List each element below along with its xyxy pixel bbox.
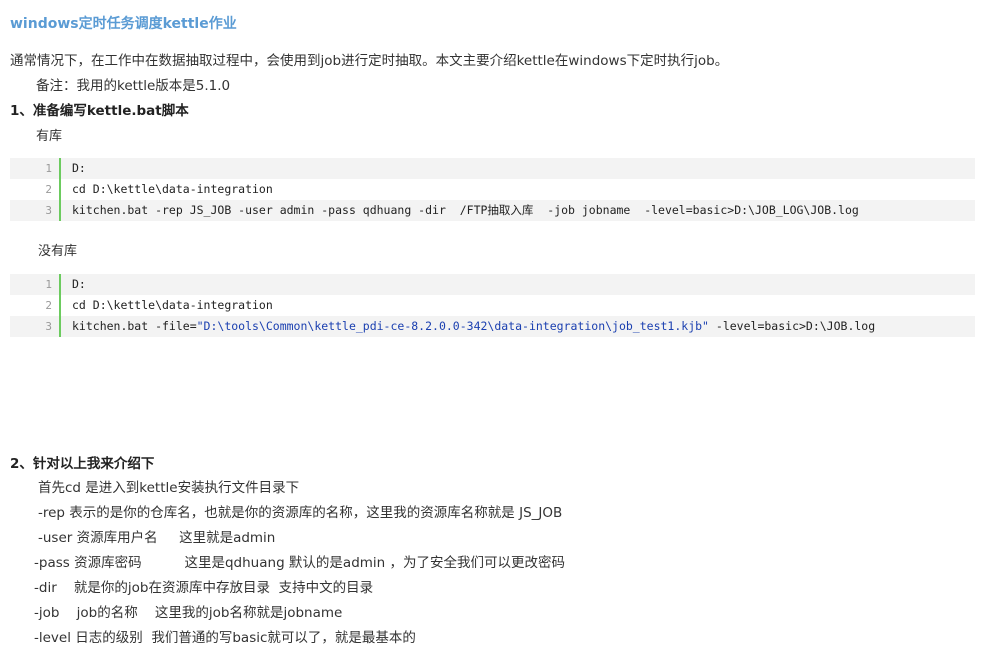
line-number: 1 (45, 162, 52, 175)
explanation-line: -rep 表示的是你的仓库名，也就是你的资源库的名称，这里我的资源库名称就是 J… (38, 505, 563, 521)
line-number: 3 (45, 204, 52, 217)
code-line: 1 D: (10, 158, 975, 179)
gutter-bar (59, 179, 61, 200)
explanation-line: -level 日志的级别 我们普通的写basic就可以了，就是最基本的 (34, 630, 416, 646)
code-text: kitchen.bat -rep JS_JOB -user admin -pas… (72, 203, 859, 217)
line-number: 1 (45, 278, 52, 291)
explanation-line: -job job的名称 这里我的job名称就是jobname (34, 605, 343, 621)
code-text: cd D:\kettle\data-integration (72, 298, 273, 312)
code-line: 2 cd D:\kettle\data-integration (10, 179, 975, 200)
line-number: 3 (45, 320, 52, 333)
code-text: D: (72, 277, 86, 291)
code-text: D: (72, 161, 86, 175)
section-1-heading: 1、准备编写kettle.bat脚本 (10, 103, 189, 119)
code-args: -level=basic>D:\JOB.log (708, 319, 876, 333)
gutter-bar (59, 295, 61, 316)
line-number: 2 (45, 299, 52, 312)
code-line: 2 cd D:\kettle\data-integration (10, 295, 975, 316)
explanation-line: 首先cd 是进入到kettle安装执行文件目录下 (38, 480, 300, 496)
explanation-line: -dir 就是你的job在资源库中存放目录 支持中文的目录 (34, 580, 374, 596)
line-number: 2 (45, 183, 52, 196)
code-text: kitchen.bat -file="D:\tools\Common\kettl… (72, 316, 875, 337)
code-string-path: "D:\tools\Common\kettle_pdi-ce-8.2.0.0-3… (196, 319, 709, 333)
code-block-without-repo: 1 D: 2 cd D:\kettle\data-integration 3 k… (10, 274, 975, 337)
with-repo-label: 有库 (36, 129, 63, 144)
section-2-heading: 2、针对以上我来介绍下 (10, 456, 155, 472)
code-block-with-repo: 1 D: 2 cd D:\kettle\data-integration 3 k… (10, 158, 975, 221)
gutter-bar (59, 200, 61, 221)
code-line: 1 D: (10, 274, 975, 295)
gutter-bar (59, 158, 61, 179)
explanation-line: -pass 资源库密码 这里是qdhuang 默认的是admin ，为了安全我们… (34, 555, 566, 571)
gutter-bar (59, 316, 61, 337)
gutter-bar (59, 274, 61, 295)
code-command: kitchen.bat -file= (72, 319, 197, 333)
explanation-line: -user 资源库用户名 这里就是admin (38, 530, 276, 546)
article-title: windows定时任务调度kettle作业 (10, 16, 237, 32)
without-repo-label: 没有库 (38, 244, 78, 259)
version-note: 备注：我用的kettle版本是5.1.0 (36, 78, 231, 94)
code-line: 3 kitchen.bat -rep JS_JOB -user admin -p… (10, 200, 975, 221)
intro-paragraph: 通常情况下，在工作中在数据抽取过程中，会使用到job进行定时抽取。本文主要介绍k… (10, 53, 729, 69)
code-text: cd D:\kettle\data-integration (72, 182, 273, 196)
code-line: 3 kitchen.bat -file="D:\tools\Common\ket… (10, 316, 975, 337)
